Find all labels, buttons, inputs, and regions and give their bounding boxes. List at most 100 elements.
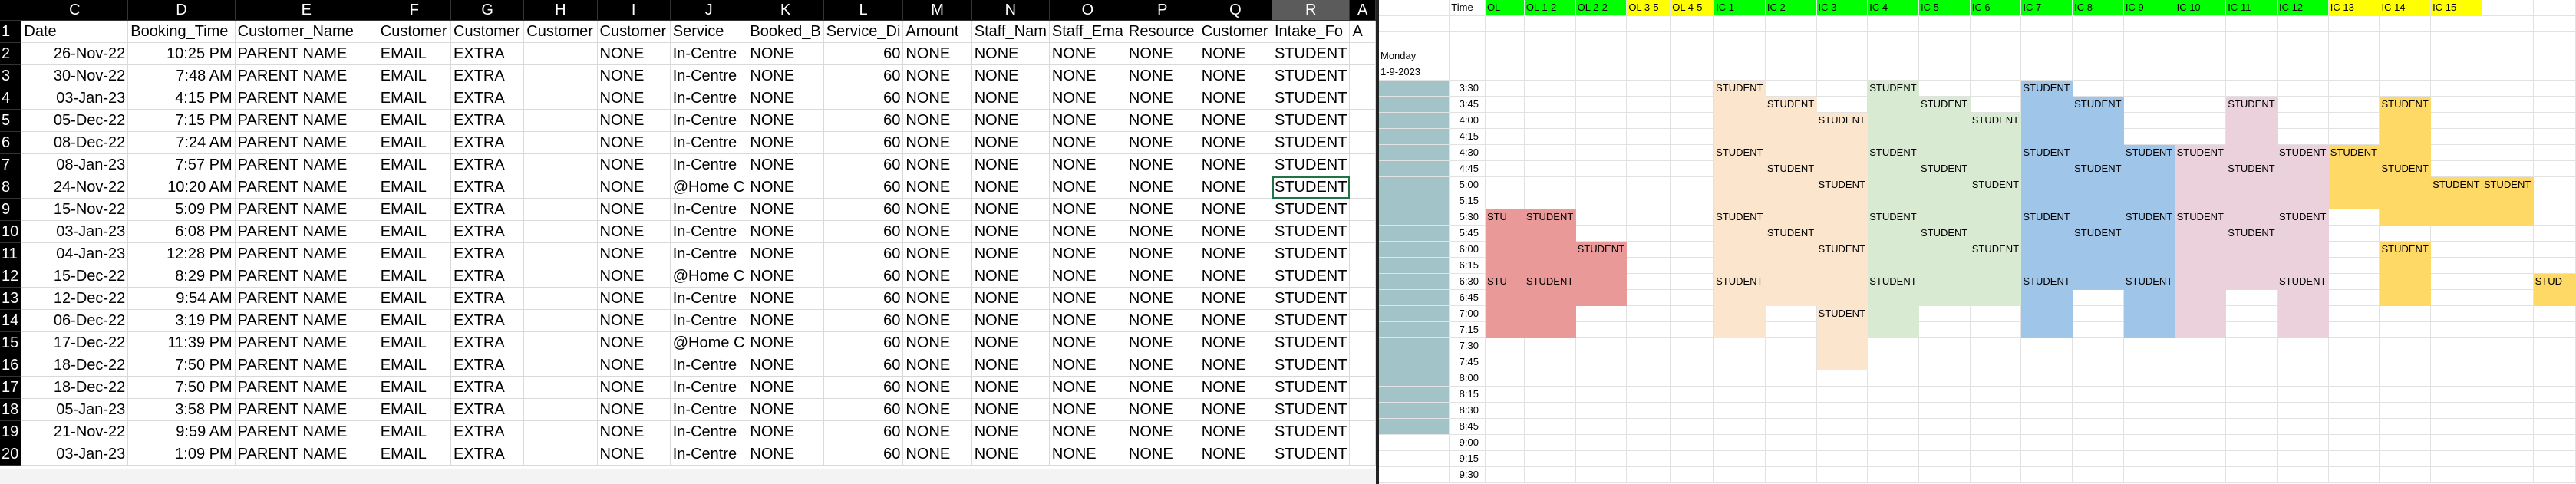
schedule-cell[interactable] bbox=[2225, 15, 2278, 32]
schedule-cell[interactable] bbox=[1670, 31, 1715, 48]
schedule-cell[interactable] bbox=[2175, 64, 2227, 81]
schedule-cell[interactable] bbox=[2482, 370, 2534, 387]
table-cell[interactable]: STUDENT bbox=[1272, 420, 1351, 443]
booking-cell[interactable]: STUDENT bbox=[2072, 160, 2124, 177]
schedule-cell[interactable] bbox=[1713, 337, 1766, 354]
schedule-cell[interactable] bbox=[2175, 289, 2227, 306]
schedule-cell[interactable] bbox=[2277, 305, 2329, 322]
schedule-column-header[interactable] bbox=[2533, 0, 2576, 16]
schedule-column-header[interactable]: IC 12 bbox=[2277, 0, 2329, 16]
column-header-g[interactable]: G bbox=[450, 0, 525, 21]
schedule-cell[interactable] bbox=[2123, 48, 2175, 64]
table-cell[interactable]: NONE bbox=[597, 109, 671, 132]
schedule-cell[interactable] bbox=[1449, 31, 1486, 48]
table-cell[interactable]: 60 bbox=[823, 309, 904, 332]
schedule-cell[interactable] bbox=[2328, 354, 2380, 370]
schedule-cell[interactable] bbox=[1575, 402, 1628, 419]
schedule-cell[interactable] bbox=[1485, 289, 1525, 306]
table-cell[interactable]: STUDENT bbox=[1272, 87, 1351, 110]
schedule-cell[interactable] bbox=[2328, 209, 2380, 226]
schedule-cell[interactable] bbox=[2225, 257, 2278, 274]
table-cell[interactable]: NONE bbox=[597, 331, 671, 354]
field-name-cell[interactable]: Intake_Fo bbox=[1272, 20, 1351, 43]
schedule-cell[interactable] bbox=[1713, 96, 1766, 113]
table-cell[interactable]: PARENT NAME bbox=[235, 398, 378, 421]
schedule-cell[interactable] bbox=[2328, 273, 2380, 290]
table-cell[interactable] bbox=[523, 376, 598, 399]
schedule-cell[interactable] bbox=[1524, 176, 1576, 193]
schedule-cell[interactable] bbox=[1485, 176, 1525, 193]
schedule-cell[interactable] bbox=[1765, 434, 1817, 451]
schedule-cell[interactable] bbox=[1918, 64, 1971, 81]
schedule-cell[interactable] bbox=[2072, 418, 2124, 435]
field-name-cell[interactable]: Staff_Ema bbox=[1049, 20, 1126, 43]
schedule-cell[interactable] bbox=[1765, 321, 1817, 338]
schedule-cell[interactable] bbox=[2020, 305, 2073, 322]
schedule-cell[interactable] bbox=[2533, 15, 2576, 32]
table-cell[interactable]: NONE bbox=[1199, 398, 1273, 421]
schedule-cell[interactable] bbox=[2020, 128, 2073, 145]
table-cell[interactable]: 03-Jan-23 bbox=[21, 443, 129, 466]
table-cell[interactable]: EMAIL bbox=[378, 376, 452, 399]
table-cell[interactable]: NONE bbox=[971, 109, 1050, 132]
schedule-cell[interactable] bbox=[1670, 209, 1715, 226]
schedule-cell[interactable] bbox=[1867, 418, 1919, 435]
schedule-cell[interactable] bbox=[2277, 321, 2329, 338]
schedule-cell[interactable] bbox=[1449, 64, 1486, 81]
row-header[interactable]: 7 bbox=[0, 153, 22, 176]
schedule-cell[interactable] bbox=[2482, 337, 2534, 354]
booking-cell[interactable]: STUDENT bbox=[1575, 241, 1628, 258]
schedule-cell[interactable] bbox=[1524, 112, 1576, 129]
schedule-cell[interactable] bbox=[1379, 15, 1450, 32]
column-header-c[interactable]: C bbox=[21, 0, 129, 21]
schedule-cell[interactable] bbox=[1670, 241, 1715, 258]
schedule-cell[interactable] bbox=[2277, 193, 2329, 209]
table-cell[interactable]: 10:20 AM bbox=[127, 176, 236, 199]
booking-cell[interactable]: STUDENT bbox=[1816, 176, 1869, 193]
table-cell[interactable]: NONE bbox=[747, 242, 824, 265]
table-cell[interactable]: NONE bbox=[1049, 153, 1126, 176]
schedule-cell[interactable] bbox=[2020, 176, 2073, 193]
schedule-cell[interactable] bbox=[1524, 402, 1576, 419]
table-cell[interactable]: In-Centre bbox=[670, 87, 748, 110]
schedule-cell[interactable] bbox=[2020, 337, 2073, 354]
row-header[interactable]: 6 bbox=[0, 131, 22, 154]
schedule-cell[interactable] bbox=[2123, 289, 2175, 306]
schedule-cell[interactable] bbox=[2225, 386, 2278, 403]
schedule-cell[interactable] bbox=[1626, 434, 1671, 451]
schedule-cell[interactable] bbox=[2533, 176, 2576, 193]
schedule-cell[interactable] bbox=[1867, 337, 1919, 354]
booking-cell[interactable]: STUDENT bbox=[2430, 176, 2482, 193]
schedule-cell[interactable] bbox=[1765, 15, 1817, 32]
table-cell[interactable]: NONE bbox=[1199, 220, 1273, 243]
schedule-cell[interactable] bbox=[2277, 15, 2329, 32]
schedule-cell[interactable] bbox=[1816, 64, 1869, 81]
schedule-cell[interactable] bbox=[2379, 257, 2432, 274]
schedule-cell[interactable] bbox=[1485, 96, 1525, 113]
table-cell[interactable]: NONE bbox=[597, 376, 671, 399]
table-cell[interactable]: NONE bbox=[747, 376, 824, 399]
schedule-cell[interactable] bbox=[1485, 466, 1525, 483]
schedule-cell[interactable] bbox=[2123, 321, 2175, 338]
schedule-cell[interactable] bbox=[2482, 386, 2534, 403]
table-cell[interactable]: NONE bbox=[902, 109, 972, 132]
field-name-cell[interactable]: Service_Di bbox=[823, 20, 904, 43]
row-header[interactable]: 13 bbox=[0, 287, 22, 310]
schedule-column-header[interactable]: OL 1-2 bbox=[1524, 0, 1576, 16]
schedule-cell[interactable] bbox=[1670, 289, 1715, 306]
table-cell[interactable] bbox=[523, 64, 598, 87]
schedule-cell[interactable] bbox=[2175, 15, 2227, 32]
schedule-cell[interactable] bbox=[2533, 466, 2576, 483]
table-cell[interactable]: 06-Dec-22 bbox=[21, 309, 129, 332]
table-cell[interactable]: 5:09 PM bbox=[127, 198, 236, 221]
schedule-cell[interactable] bbox=[2328, 450, 2380, 467]
schedule-cell[interactable] bbox=[1575, 273, 1628, 290]
table-cell[interactable]: NONE bbox=[597, 398, 671, 421]
schedule-cell[interactable] bbox=[2328, 225, 2380, 242]
table-cell[interactable]: 9:59 AM bbox=[127, 420, 236, 443]
schedule-corner-cell[interactable] bbox=[1379, 0, 1450, 16]
table-cell[interactable]: NONE bbox=[971, 309, 1050, 332]
schedule-cell[interactable] bbox=[1765, 176, 1817, 193]
table-cell[interactable]: NONE bbox=[1049, 242, 1126, 265]
table-cell[interactable]: STUDENT bbox=[1272, 265, 1351, 288]
